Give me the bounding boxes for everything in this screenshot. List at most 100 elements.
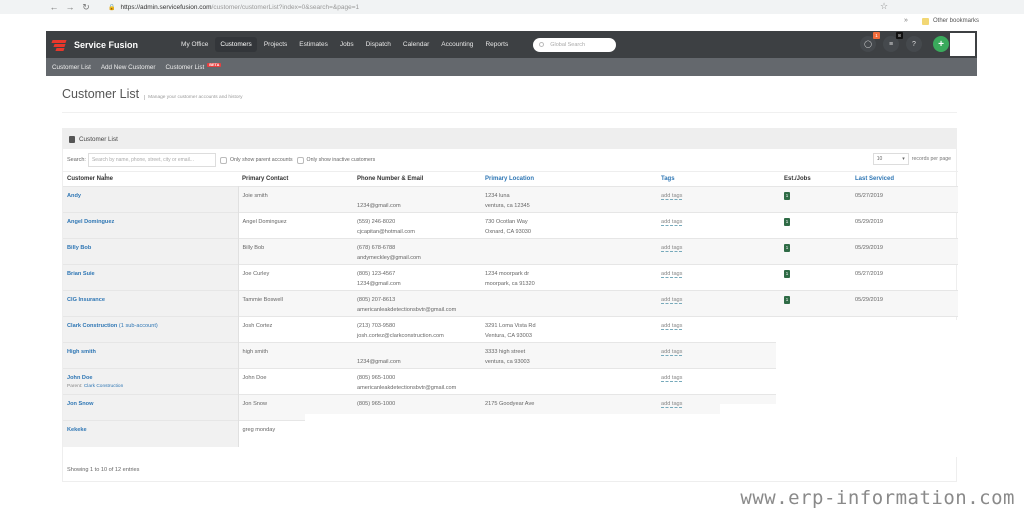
- customer-search-input[interactable]: Search by name, phone, street, city or e…: [87, 153, 216, 167]
- customer-link[interactable]: High smith: [67, 349, 96, 355]
- add-tags-link[interactable]: add tags: [661, 297, 683, 304]
- jobs-count-badge[interactable]: 1: [784, 296, 790, 304]
- customer-link[interactable]: Brian Suie: [67, 271, 95, 277]
- search-label: Search:: [67, 157, 86, 163]
- subnav-customer-list-beta[interactable]: Customer List BETA: [165, 62, 222, 71]
- customer-name-cell: Jon Snow: [63, 394, 239, 421]
- email: josh.cortez@clarkconstruction.com: [357, 333, 444, 339]
- address-line-1: 3333 high street: [485, 349, 526, 355]
- last-serviced-cell: 05/27/2019: [851, 264, 958, 291]
- forward-icon[interactable]: →: [62, 2, 78, 12]
- primary-location-cell: 3333 high street ventura, ca 93003: [481, 342, 657, 369]
- customer-name-cell: CIG Insurance: [63, 290, 239, 317]
- parent-account-link[interactable]: Clark Construction: [84, 384, 123, 389]
- col-tags[interactable]: Tags: [657, 171, 780, 187]
- nav-dispatch[interactable]: Dispatch: [361, 37, 396, 52]
- tasks-button[interactable]: ≡ 8: [883, 32, 903, 52]
- nav-customers[interactable]: Customers: [215, 37, 257, 52]
- customer-link[interactable]: Jon Snow: [67, 401, 93, 407]
- reload-icon[interactable]: ↻: [78, 2, 94, 13]
- nav-reports[interactable]: Reports: [480, 37, 513, 52]
- nav-my-office[interactable]: My Office: [176, 37, 213, 52]
- tags-cell: add tags: [657, 238, 780, 265]
- add-tags-link[interactable]: add tags: [661, 271, 683, 278]
- customer-name-cell: Clark Construction (1 sub-account): [63, 316, 239, 343]
- records-per-page-select[interactable]: 10 ▾: [872, 153, 909, 165]
- jobs-count-badge[interactable]: 1: [784, 192, 790, 200]
- chat-icon: ◯: [864, 41, 872, 48]
- subnav-customer-list[interactable]: Customer List: [52, 64, 91, 71]
- add-tags-link[interactable]: add tags: [661, 375, 683, 382]
- nav-jobs[interactable]: Jobs: [335, 37, 359, 52]
- add-new-button[interactable]: +: [933, 36, 949, 52]
- customer-link[interactable]: Kekeke: [67, 427, 87, 433]
- search-icon: [539, 42, 545, 47]
- dropdown-caret-icon: ▾: [902, 156, 905, 162]
- inactive-customers-checkbox[interactable]: Only show inactive customers: [296, 156, 375, 164]
- email: 1234@gmail.com: [357, 203, 401, 209]
- col-phone-email[interactable]: Phone Number & Email: [353, 171, 481, 187]
- add-tags-link[interactable]: add tags: [661, 193, 683, 200]
- back-icon[interactable]: ←: [46, 2, 62, 12]
- col-est-jobs[interactable]: Est./Jobs: [780, 171, 851, 187]
- customer-link[interactable]: Angel Dominguez: [67, 219, 114, 225]
- address-line-1: 2175 Goodyear Ave: [485, 401, 535, 407]
- jobs-count-badge[interactable]: 1: [784, 218, 790, 226]
- phone-number: (805) 207-8613: [357, 297, 396, 303]
- add-tags-link[interactable]: add tags: [661, 323, 683, 330]
- col-customer-name[interactable]: Customer Name: [63, 171, 238, 187]
- tags-cell: add tags: [657, 368, 780, 395]
- bookmarks-bar: [0, 14, 1024, 30]
- nav-accounting[interactable]: Accounting: [436, 37, 478, 52]
- other-bookmarks[interactable]: Other bookmarks: [933, 18, 979, 24]
- last-serviced-date: 05/27/2019: [855, 193, 883, 199]
- user-avatar[interactable]: [950, 33, 975, 56]
- add-tags-link[interactable]: add tags: [661, 219, 683, 226]
- header-actions: ◯ 1 ≡ 8 ? +: [853, 32, 949, 52]
- help-button[interactable]: ?: [906, 36, 922, 52]
- customer-link[interactable]: Andy: [67, 193, 81, 199]
- address-bar[interactable]: 🔒 https://admin.servicefusion.com/custom…: [108, 4, 359, 11]
- checkbox-box[interactable]: [219, 156, 227, 164]
- add-tags-link[interactable]: add tags: [661, 245, 683, 252]
- subnav-add-new-customer[interactable]: Add New Customer: [101, 64, 156, 71]
- bookmarks-overflow-icon[interactable]: »: [904, 17, 908, 24]
- chat-button[interactable]: ◯ 1: [860, 32, 880, 52]
- col-primary-location[interactable]: Primary Location: [481, 171, 657, 187]
- primary-location-cell: [481, 368, 657, 395]
- nav-projects[interactable]: Projects: [259, 37, 292, 52]
- bookmark-star-icon[interactable]: ☆: [880, 1, 888, 12]
- jobs-count-badge[interactable]: 1: [784, 270, 790, 278]
- parent-prefix: Parent:: [67, 384, 84, 389]
- nav-estimates[interactable]: Estimates: [294, 37, 333, 52]
- last-serviced-date: 05/29/2019: [855, 219, 883, 225]
- checkbox-box[interactable]: [296, 156, 304, 164]
- customer-link[interactable]: Clark Construction: [67, 323, 117, 329]
- customer-link[interactable]: CIG Insurance: [67, 297, 105, 303]
- table-row: Brian Suie Joe Curley (805) 123-4567 1234@g…: [63, 264, 958, 291]
- plus-icon: +: [938, 38, 944, 50]
- address-line-1: 730 Ocotlan Way: [485, 219, 528, 225]
- col-primary-contact[interactable]: Primary Contact: [238, 171, 353, 187]
- filter-row: Search: Search by name, phone, street, c…: [63, 149, 956, 171]
- customer-name-cell: Brian Suie: [63, 264, 239, 291]
- service-fusion-logo-icon: [51, 39, 68, 51]
- global-search-input[interactable]: Global Search: [533, 37, 617, 52]
- add-tags-link[interactable]: add tags: [661, 401, 683, 408]
- page-title: Customer List: [62, 87, 140, 101]
- est-jobs-cell: 1: [780, 238, 851, 265]
- brand-logo[interactable]: Service Fusion: [51, 39, 138, 51]
- est-jobs-cell: 1: [780, 186, 851, 213]
- tags-cell: add tags: [657, 186, 780, 213]
- phone-number: (559) 246-8020: [357, 219, 396, 225]
- parent-accounts-checkbox[interactable]: Only show parent accounts: [219, 156, 293, 164]
- sub-account-link[interactable]: (1 sub-account): [119, 323, 158, 329]
- email: andymeckley@gmail.com: [357, 255, 421, 261]
- jobs-count-badge[interactable]: 1: [784, 244, 790, 252]
- nav-calendar[interactable]: Calendar: [398, 37, 434, 52]
- customer-link[interactable]: Billy Bob: [67, 245, 91, 251]
- add-tags-link[interactable]: add tags: [661, 349, 683, 356]
- overlay-blank: [776, 320, 1016, 410]
- col-last-serviced[interactable]: Last Serviced: [851, 171, 958, 187]
- customer-link[interactable]: John Doe: [67, 375, 92, 381]
